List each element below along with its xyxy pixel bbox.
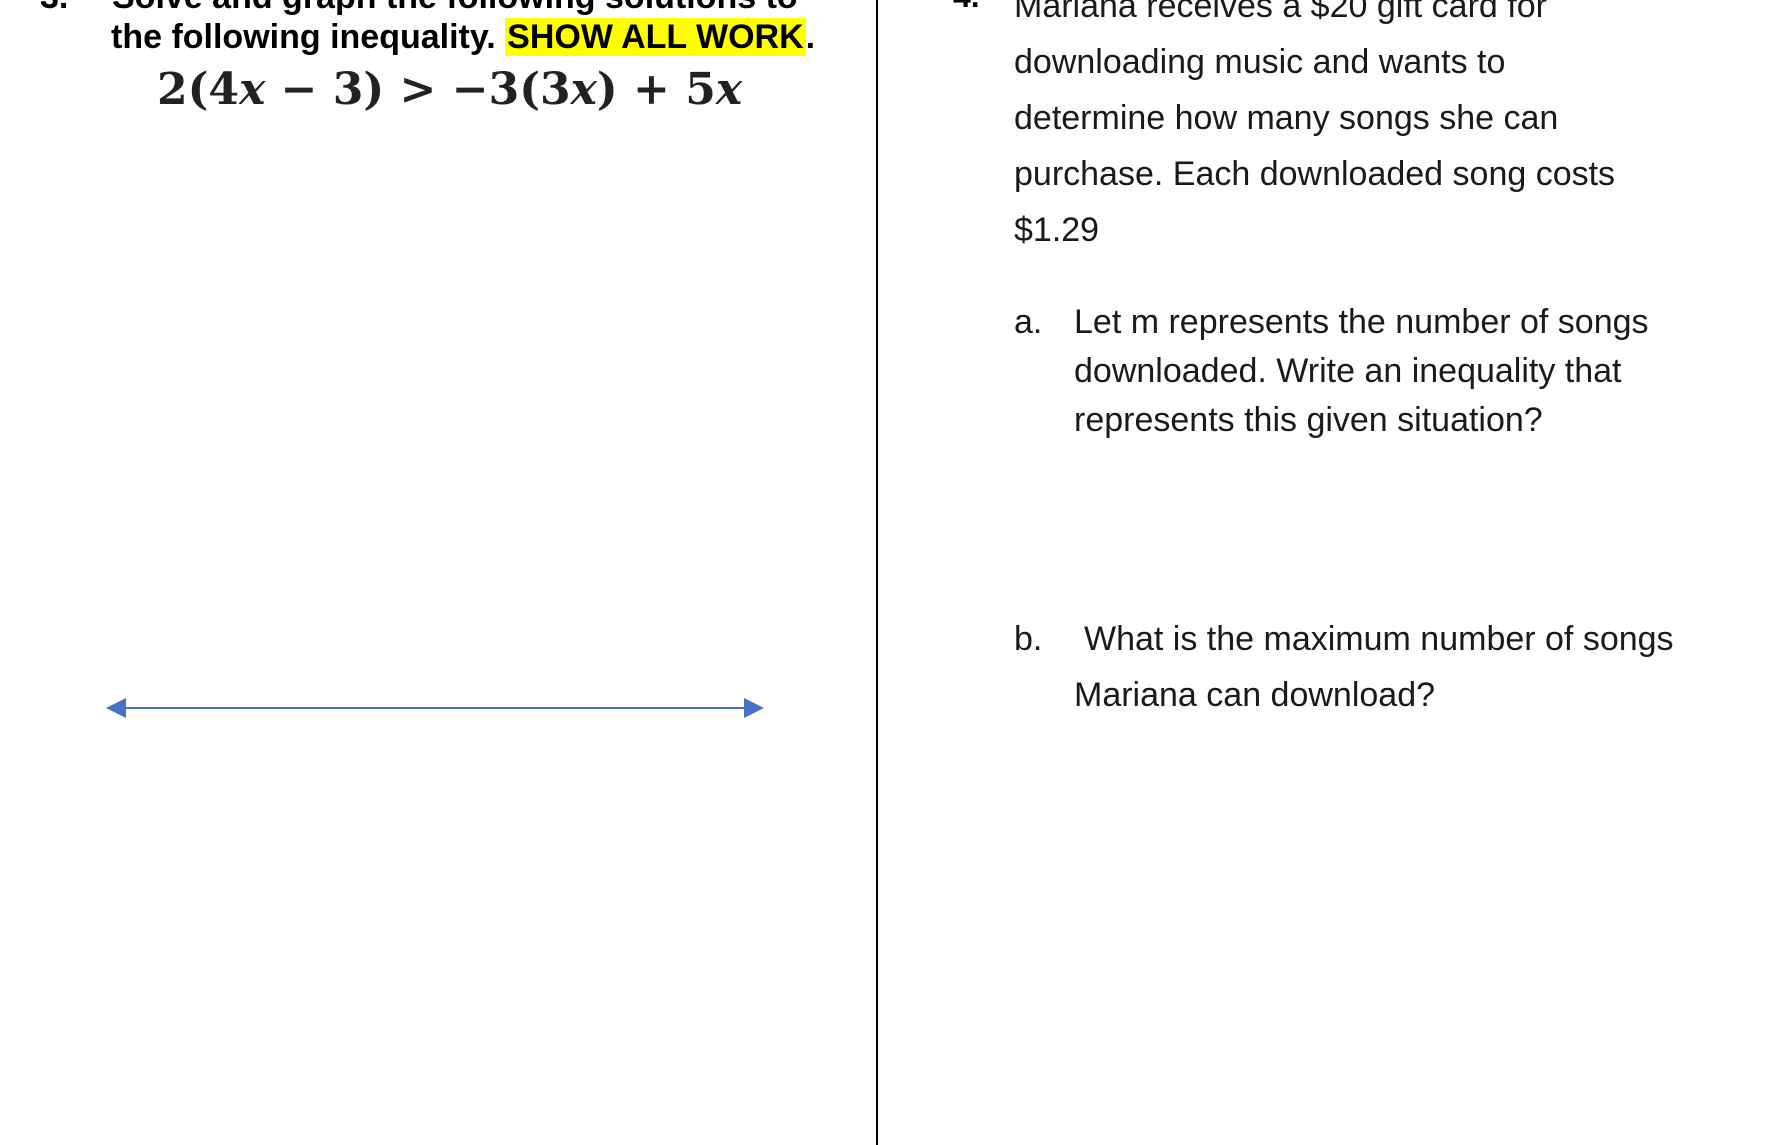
part-b-label: b. bbox=[1014, 620, 1043, 658]
part-b-line: Mariana can download? bbox=[1074, 676, 1436, 714]
question-4-number: 4. bbox=[953, 0, 980, 15]
inequality-equation: 2(4x − 3) > −3(3x) + 5x bbox=[157, 64, 742, 115]
equation-rhs-tail: ) + 5 bbox=[596, 64, 716, 115]
part-a-line: downloaded. Write an inequality that bbox=[1074, 352, 1622, 390]
question-3-number: 3. bbox=[40, 0, 112, 17]
equation-lhs-var: x bbox=[239, 64, 266, 115]
question-3-prompt-text-2: the following inequality. bbox=[111, 18, 506, 56]
part-a-text: Let m represents the number of songs dow… bbox=[1074, 298, 1649, 445]
part-a-label: a. bbox=[1014, 303, 1043, 341]
part-b-line: What is the maximum number of songs bbox=[1084, 620, 1674, 658]
equation-lhs-coef: 2(4 bbox=[157, 64, 240, 115]
part-a-line: Let m represents the number of songs bbox=[1074, 303, 1649, 341]
question-4-line: $1.29 bbox=[1014, 211, 1100, 249]
question-3-prompt-line-1: 3.Solve and graph the following solution… bbox=[40, 0, 798, 17]
equation-lhs-tail: − 3) > −3(3 bbox=[265, 64, 571, 115]
question-3-prompt-period: . bbox=[805, 18, 816, 56]
column-divider bbox=[876, 0, 878, 1145]
question-4-line: determine how many songs she can bbox=[1014, 99, 1559, 137]
question-3-prompt-line-2: the following inequality. SHOW ALL WORK. bbox=[111, 18, 815, 57]
question-4-line: Mariana receives a $20 gift card for bbox=[1014, 0, 1547, 25]
question-4-line: purchase. Each downloaded song costs bbox=[1014, 155, 1616, 193]
number-line-left-arrow bbox=[106, 698, 126, 718]
equation-rhs-var-1: x bbox=[570, 64, 597, 115]
part-b-text: What is the maximum number of songs Mari… bbox=[1074, 615, 1674, 727]
show-all-work-highlight: SHOW ALL WORK bbox=[505, 18, 806, 56]
part-a-line: represents this given situation? bbox=[1074, 401, 1543, 439]
question-4-prompt: Mariana receives a $20 gift card for dow… bbox=[1014, 0, 1754, 258]
worksheet-page: 3.Solve and graph the following solution… bbox=[0, 0, 1774, 1145]
equation-rhs-var-2: x bbox=[715, 64, 743, 115]
number-line-right-arrow bbox=[744, 698, 764, 718]
question-4-line: downloading music and wants to bbox=[1014, 43, 1506, 81]
number-line bbox=[106, 698, 764, 718]
question-3-prompt-text-1: Solve and graph the following solutions … bbox=[112, 0, 798, 16]
